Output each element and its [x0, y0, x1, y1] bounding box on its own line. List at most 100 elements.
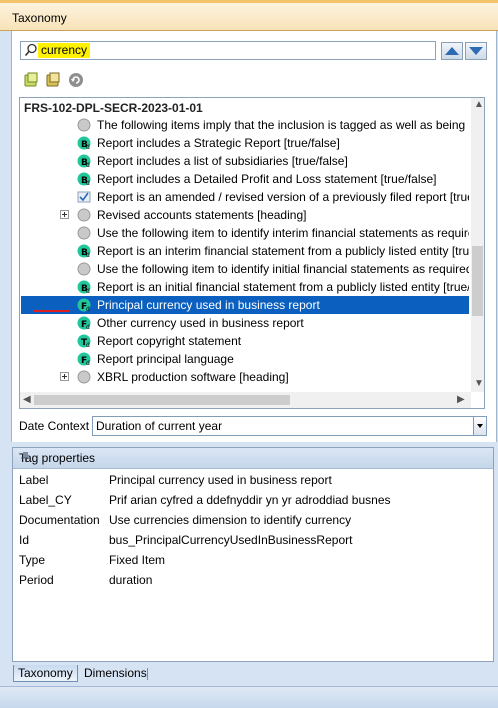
tree-row[interactable]: Bd Report includes a list of subsidiaries…	[21, 152, 469, 170]
search-text: currency	[38, 43, 91, 58]
tree-row-label: The following items imply that the inclu…	[97, 118, 469, 132]
tree-row-label: Report is an initial financial statement…	[97, 280, 469, 294]
tree-row-selected[interactable]: Fd Principal currency used in business re…	[21, 296, 469, 314]
property-row: Label Principal currency used in business…	[13, 470, 493, 490]
tree-row-label: Use the following item to identify inter…	[97, 226, 469, 240]
vertical-scrollbar[interactable]: ▲ ▼	[471, 98, 484, 392]
horizontal-scroll-thumb[interactable]	[34, 395, 290, 405]
property-key: Documentation	[19, 513, 100, 527]
expand-all-icon[interactable]	[23, 72, 39, 88]
text-item-icon: Td	[77, 334, 91, 349]
tree-row[interactable]: Fd Other currency used in business report	[21, 314, 469, 332]
property-row: Documentation Use currencies dimension to…	[13, 510, 493, 530]
expand-icon[interactable]	[60, 210, 69, 219]
boolean-item-icon: Bd	[77, 154, 91, 169]
tab-taxonomy[interactable]: Taxonomy	[13, 665, 78, 682]
svg-text:d: d	[86, 144, 90, 150]
tree-row-label: Report includes a list of subsidiaries […	[97, 154, 348, 168]
tree-row[interactable]: Bd Report includes a Detailed Profit and …	[21, 170, 469, 188]
tag-properties-panel: Tag properties Label Principal currency u…	[12, 447, 494, 662]
tree-root-label: FRS-102-DPL-SECR-2023-01-01	[24, 101, 203, 115]
status-bar	[0, 686, 498, 708]
property-key: Label	[19, 473, 49, 487]
tab-dimensions[interactable]: Dimensions	[80, 665, 151, 682]
checklist-icon	[77, 190, 91, 204]
tree-row-label: Report includes a Detailed Profit and Lo…	[97, 172, 437, 186]
search-next-button[interactable]	[465, 42, 487, 60]
property-key: Period	[19, 573, 54, 587]
property-row: Period duration	[13, 570, 493, 590]
tree-row-label: Report copyright statement	[97, 334, 242, 348]
property-value: bus_PrincipalCurrencyUsedInBusinessRepor…	[109, 533, 353, 547]
pin-icon[interactable]	[19, 451, 488, 466]
scroll-left-icon[interactable]: ◀	[23, 394, 31, 405]
tree-row-label: Report includes a Strategic Report [true…	[97, 136, 340, 150]
property-key: Type	[19, 553, 46, 567]
tree-row[interactable]: Bd Report is an interim financial stateme…	[21, 242, 469, 260]
search-input[interactable]: currency	[20, 41, 436, 60]
tree-row[interactable]: Revised accounts statements [heading]	[21, 206, 469, 224]
dropdown-arrow-icon[interactable]	[473, 417, 486, 435]
selection-marker	[33, 310, 69, 312]
collapse-all-icon[interactable]	[45, 72, 61, 88]
tree-row[interactable]: Bd Report is an initial financial stateme…	[21, 278, 469, 296]
svg-text:d: d	[86, 180, 90, 186]
scroll-right-icon[interactable]: ▶	[457, 394, 465, 405]
tree-row[interactable]: Use the following item to identify initi…	[21, 260, 469, 278]
grey-circle-icon	[77, 370, 91, 384]
boolean-item-icon: Bd	[77, 280, 91, 295]
arrow-up-icon	[445, 47, 459, 55]
tree-row[interactable]: Bd Report includes a Strategic Report [tr…	[21, 134, 469, 152]
property-value: Prif arian cyfred a ddefnyddir yn yr adr…	[109, 493, 391, 507]
tree-row-label: Report principal language	[97, 352, 234, 366]
grey-circle-icon	[77, 208, 91, 222]
refresh-icon[interactable]	[68, 72, 84, 88]
scroll-down-icon[interactable]: ▼	[474, 378, 484, 389]
property-row: Label_CY Prif arian cyfred a ddefnyddir y…	[13, 490, 493, 510]
property-value: duration	[109, 573, 153, 587]
svg-text:d: d	[86, 360, 90, 366]
tree-row[interactable]: Report is an amended / revised version o…	[21, 188, 469, 206]
bottom-tab-strip: Taxonomy Dimensions	[0, 662, 498, 684]
search-icon	[24, 43, 38, 60]
property-value: Use currencies dimension to identify cur…	[109, 513, 352, 527]
svg-text:d: d	[86, 324, 90, 330]
tree-row-label: Report is an amended / revised version o…	[97, 190, 469, 204]
fixed-item-icon: Fd	[77, 316, 91, 331]
property-value: Principal currency used in business repo…	[109, 473, 332, 487]
tag-properties-header: Tag properties	[13, 448, 493, 469]
boolean-item-icon: Bd	[77, 172, 91, 187]
property-row: Type Fixed Item	[13, 550, 493, 570]
property-value: Fixed Item	[109, 553, 166, 567]
fixed-item-icon: Fd	[77, 352, 91, 367]
scroll-up-icon[interactable]: ▲	[474, 99, 484, 110]
grey-circle-icon	[77, 226, 91, 240]
vertical-scroll-thumb[interactable]	[472, 246, 483, 316]
expand-icon[interactable]	[60, 372, 69, 381]
search-previous-button[interactable]	[441, 42, 463, 60]
boolean-item-icon: Bd	[77, 244, 91, 259]
tree-row[interactable]: Td Report copyright statement	[21, 332, 469, 350]
property-row: Id bus_PrincipalCurrencyUsedInBusinessRep…	[13, 530, 493, 550]
svg-text:d: d	[86, 288, 90, 294]
tree-row[interactable]: XBRL production software [heading]	[21, 368, 469, 386]
boolean-item-icon: Bd	[77, 136, 91, 151]
taxonomy-tree[interactable]: FRS-102-DPL-SECR-2023-01-01 The followin…	[19, 97, 485, 409]
tree-row[interactable]: Use the following item to identify inter…	[21, 224, 469, 242]
grey-circle-icon	[77, 262, 91, 276]
tab-divider	[147, 668, 148, 680]
tree-row-label: Principal currency used in business repo…	[97, 298, 320, 312]
svg-text:d: d	[86, 342, 90, 348]
svg-text:d: d	[86, 306, 90, 312]
grey-circle-icon	[77, 118, 91, 132]
tree-row-label: Revised accounts statements [heading]	[97, 208, 307, 222]
svg-text:d: d	[86, 162, 90, 168]
tree-row-label: Other currency used in business report	[97, 316, 304, 330]
panel-title: Taxonomy	[12, 11, 67, 25]
property-key: Label_CY	[19, 493, 72, 507]
tree-row[interactable]: Fd Report principal language	[21, 350, 469, 368]
date-context-select[interactable]: Duration of current year	[92, 416, 487, 436]
date-context-value: Duration of current year	[96, 419, 223, 433]
horizontal-scrollbar[interactable]: ◀ ▶	[20, 392, 471, 408]
tree-row[interactable]: The following items imply that the inclu…	[21, 116, 469, 134]
